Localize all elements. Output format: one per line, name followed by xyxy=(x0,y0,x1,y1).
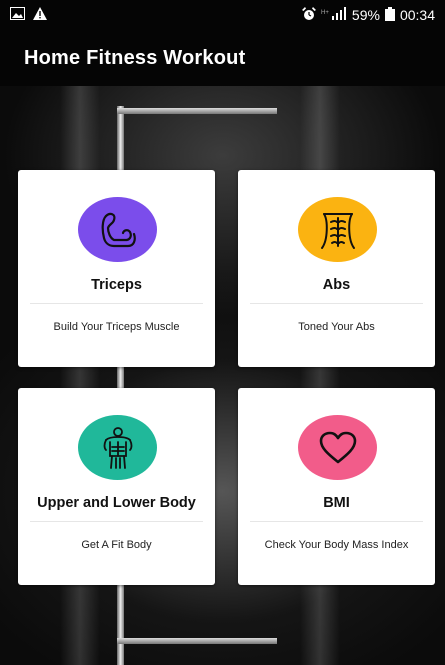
app-bar: Home Fitness Workout xyxy=(0,30,445,86)
gym-bar xyxy=(117,638,277,644)
heart-icon xyxy=(298,415,377,480)
abs-icon xyxy=(298,197,377,262)
card-title: Abs xyxy=(322,277,351,293)
card-title: Upper and Lower Body xyxy=(37,495,196,511)
divider xyxy=(30,303,203,304)
page-title: Home Fitness Workout xyxy=(24,46,246,69)
card-subtitle: Toned Your Abs xyxy=(298,321,375,333)
card-subtitle: Get A Fit Body xyxy=(81,539,152,551)
svg-text:H+: H+ xyxy=(321,10,329,16)
card-subtitle: Build Your Triceps Muscle xyxy=(53,321,180,333)
card-upper-lower-body[interactable]: Upper and Lower Body Get A Fit Body xyxy=(18,388,215,585)
battery-icon xyxy=(384,6,395,24)
battery-percent: 59% xyxy=(351,7,380,23)
card-triceps[interactable]: Triceps Build Your Triceps Muscle xyxy=(18,170,215,367)
clock: 00:34 xyxy=(399,7,435,23)
divider xyxy=(250,521,423,522)
card-bmi[interactable]: BMI Check Your Body Mass Index xyxy=(238,388,435,585)
divider xyxy=(30,521,203,522)
body-icon xyxy=(78,415,157,480)
flexed-arm-icon xyxy=(78,197,157,262)
card-subtitle: Check Your Body Mass Index xyxy=(264,539,409,551)
gym-bar xyxy=(117,108,277,114)
image-icon xyxy=(10,7,25,23)
signal-icon: H+ xyxy=(321,7,347,23)
divider xyxy=(250,303,423,304)
card-title: BMI xyxy=(323,495,350,511)
alarm-icon xyxy=(301,6,316,24)
warning-icon xyxy=(33,7,47,23)
card-abs[interactable]: Abs Toned Your Abs xyxy=(238,170,435,367)
card-title: Triceps xyxy=(91,277,142,293)
status-bar: H+ 59% 00:34 xyxy=(0,0,445,30)
